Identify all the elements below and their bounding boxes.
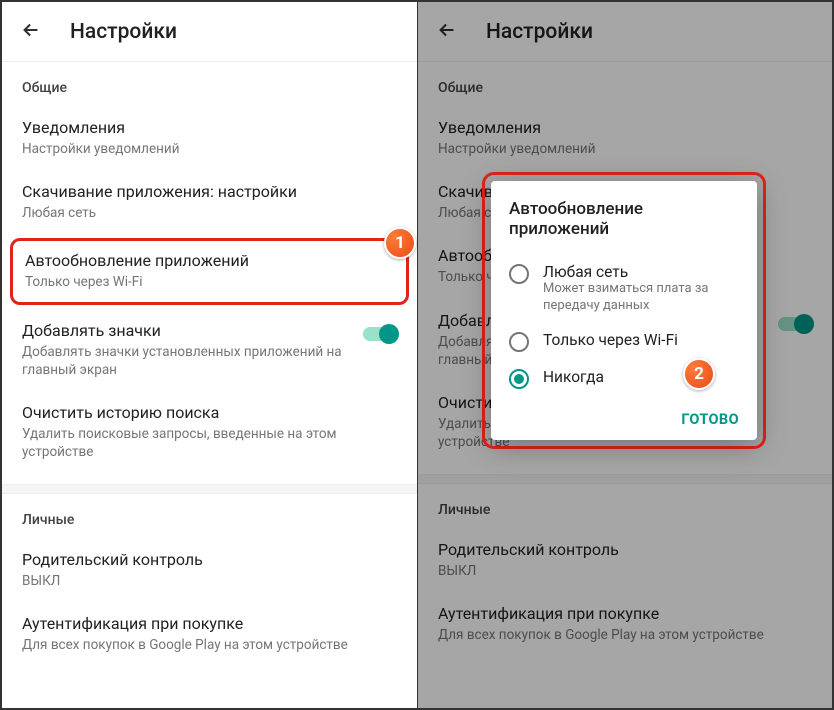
step-marker-1: 1 bbox=[384, 227, 416, 259]
option-label: Никогда bbox=[543, 368, 604, 386]
item-parental[interactable]: Родительский контроль ВЫКЛ bbox=[2, 538, 417, 602]
section-personal: Личные bbox=[2, 494, 417, 538]
app-bar: Настройки bbox=[2, 2, 417, 62]
option-any-network[interactable]: Любая сеть Может взиматься плата за пере… bbox=[509, 255, 747, 323]
item-subtitle: ВЫКЛ bbox=[22, 572, 397, 590]
option-sublabel: Может взиматься плата за передачу данных bbox=[543, 281, 747, 315]
settings-pane-before: Настройки Общие Уведомления Настройки ув… bbox=[2, 2, 417, 708]
highlight-autoupdate[interactable]: Автообновление приложений Только через W… bbox=[10, 238, 409, 304]
item-title: Уведомления bbox=[22, 118, 397, 137]
radio-icon bbox=[509, 332, 529, 352]
radio-icon bbox=[509, 264, 529, 284]
dialog-title: Автообновление приложений bbox=[509, 199, 747, 239]
item-title: Добавлять значки bbox=[22, 321, 353, 340]
back-arrow-icon[interactable] bbox=[20, 19, 42, 45]
item-subtitle: Любая сеть bbox=[22, 204, 397, 222]
item-clear-history[interactable]: Очистить историю поиска Удалить поисковы… bbox=[2, 391, 417, 473]
page-title: Настройки bbox=[70, 20, 177, 44]
toggle-switch[interactable] bbox=[363, 327, 397, 341]
autoupdate-dialog: Автообновление приложений Любая сеть Мож… bbox=[491, 181, 757, 440]
radio-icon-checked bbox=[509, 369, 529, 389]
section-divider bbox=[2, 484, 417, 494]
settings-pane-dialog: Настройки Общие Уведомления Настройки ув… bbox=[417, 2, 832, 708]
done-button[interactable]: ГОТОВО bbox=[681, 411, 739, 428]
item-subtitle: Для всех покупок в Google Play на этом у… bbox=[22, 636, 397, 654]
section-general: Общие bbox=[2, 62, 417, 106]
item-subtitle: Добавлять значки установленных приложени… bbox=[22, 343, 353, 379]
item-auth[interactable]: Аутентификация при покупке Для всех поку… bbox=[2, 602, 417, 666]
option-wifi-only[interactable]: Только через Wi-Fi bbox=[509, 323, 747, 360]
option-label: Только через Wi-Fi bbox=[543, 331, 678, 349]
item-download-prefs[interactable]: Скачивание приложения: настройки Любая с… bbox=[2, 170, 417, 234]
item-add-icons[interactable]: Добавлять значки Добавлять значки устано… bbox=[2, 309, 417, 391]
item-title: Автообновление приложений bbox=[25, 251, 394, 270]
item-subtitle: Удалить поисковые запросы, введенные на … bbox=[22, 425, 397, 461]
item-title: Очистить историю поиска bbox=[22, 403, 397, 422]
highlight-dialog: Автообновление приложений Любая сеть Мож… bbox=[482, 172, 766, 449]
item-notifications[interactable]: Уведомления Настройки уведомлений bbox=[2, 106, 417, 170]
item-subtitle: Настройки уведомлений bbox=[22, 140, 397, 158]
item-title: Родительский контроль bbox=[22, 550, 397, 569]
option-label: Любая сеть bbox=[543, 263, 747, 281]
step-marker-2: 2 bbox=[683, 358, 715, 390]
item-subtitle: Только через Wi-Fi bbox=[25, 273, 394, 291]
item-title: Аутентификация при покупке bbox=[22, 614, 397, 633]
item-title: Скачивание приложения: настройки bbox=[22, 182, 397, 201]
